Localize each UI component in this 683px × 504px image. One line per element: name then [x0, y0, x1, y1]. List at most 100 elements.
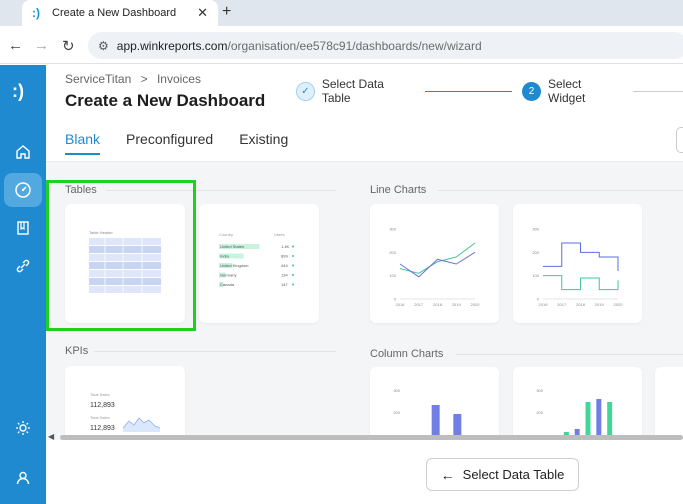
breadcrumb-separator: > [140, 72, 148, 86]
tab-existing[interactable]: Existing [239, 131, 288, 155]
toolbar-button-partial[interactable] [676, 127, 683, 153]
reload-icon[interactable]: ↻ [62, 37, 75, 55]
section-title-line-charts: Line Charts [370, 184, 427, 196]
country-table-preview: Country Users United States 1.4K India 899 Uni… [219, 232, 294, 287]
step-connector [633, 90, 683, 92]
widget-card-partial[interactable] [655, 367, 683, 440]
step-label: Select Data Table [321, 77, 384, 105]
x-tick-label: 2020 [471, 302, 481, 307]
widget-card-line-chart[interactable]: 300 200 100 0 2016 2017 2018 2019 2020 [370, 204, 499, 323]
grouped-column-chart-preview: 300 200 [536, 388, 613, 440]
section-divider [438, 190, 683, 191]
selection-highlight [46, 180, 196, 331]
breadcrumb: ServiceTitan > Invoices [65, 72, 201, 86]
series-line [399, 242, 476, 274]
trend-dot [292, 264, 294, 267]
link-icon[interactable] [4, 249, 42, 283]
series-line [543, 275, 619, 291]
y-tick-label: 300 [389, 227, 396, 232]
y-tick-label: 200 [536, 410, 543, 415]
country-value: 444 [281, 263, 288, 268]
y-tick-label: 300 [532, 227, 539, 232]
series-line [543, 242, 619, 271]
x-tick-label: 2018 [576, 302, 586, 307]
y-tick-label: 100 [389, 273, 396, 278]
y-tick-label: 100 [532, 273, 539, 278]
svg-text:Total Sales: Total Sales [90, 415, 110, 420]
y-tick-label: 300 [536, 388, 543, 393]
widget-card-country-table[interactable]: Country Users United States 1.4K India 899 Uni… [199, 204, 319, 323]
trend-dot [292, 255, 294, 257]
country-name: United States [220, 244, 244, 249]
x-tick-label: 2019 [595, 302, 605, 307]
winkreports-logo-icon[interactable]: :) [12, 81, 24, 102]
step-connector [424, 90, 513, 92]
country-name: Canada [220, 282, 235, 287]
series-line [399, 251, 476, 278]
widget-card-column-chart[interactable]: 300 200 [370, 367, 499, 440]
x-tick-label: 2020 [614, 302, 624, 307]
column-chart-preview: 300 200 [393, 388, 462, 440]
country-value: 899 [281, 254, 288, 259]
step-done-check-icon: ✓ [296, 81, 315, 101]
country-name: Germany [220, 273, 236, 278]
country-value: 1.4K [281, 244, 290, 249]
step-label: Select Widget [548, 77, 586, 105]
step-line-chart-preview: 300 200 100 02016 2017 2018 2019 2020 [532, 227, 624, 308]
svg-text:112,893: 112,893 [90, 425, 115, 432]
browser-tab[interactable]: :) Create a New Dashboard ✕ [22, 0, 218, 26]
browser-toolbar: ← → ↻ ⚙ app.winkreports.com /organisatio… [0, 26, 683, 64]
tab-preconfigured[interactable]: Preconfigured [126, 131, 213, 155]
section-title-kpis: KPIs [65, 345, 89, 357]
browser-tab-title: Create a New Dashboard [52, 7, 177, 19]
widget-card-grouped-column-chart[interactable]: 300 200 [513, 367, 642, 440]
breadcrumb-item[interactable]: ServiceTitan [65, 72, 131, 86]
address-bar[interactable]: ⚙ app.winkreports.com /organisation/ee57… [88, 32, 683, 59]
arrow-left-icon: ← [440, 466, 455, 483]
country-col-header: Country [219, 232, 233, 237]
book-icon[interactable] [4, 211, 42, 245]
x-tick-label: 2018 [433, 302, 443, 307]
trend-dot [292, 274, 294, 276]
breadcrumb-item[interactable]: Invoices [157, 72, 201, 86]
widget-card-step-line-chart[interactable]: 300 200 100 0 2016 2017 2018 2019 2020 [513, 204, 642, 323]
x-tick-label: 2017 [414, 302, 424, 307]
dashboard-gauge-icon[interactable] [4, 173, 42, 207]
section-divider [456, 354, 683, 355]
new-tab-button[interactable]: + [222, 3, 231, 21]
forward-arrow-icon[interactable]: → [34, 37, 49, 54]
section-divider [94, 351, 336, 352]
x-tick-label: 2016 [539, 302, 549, 307]
scroll-left-arrow-icon[interactable]: ◀ [48, 432, 54, 440]
main-content: ServiceTitan > Invoices Create a New Das… [46, 65, 683, 504]
user-profile-icon[interactable] [4, 461, 42, 495]
page-title: Create a New Dashboard [65, 91, 266, 110]
trend-dot [292, 283, 294, 286]
wizard-footer: ← Select Data Table [46, 440, 683, 504]
x-tick-label: 2016 [396, 302, 406, 307]
close-tab-icon[interactable]: ✕ [197, 5, 208, 21]
widget-card-kpi[interactable]: Total Sales 112,893 Total Sales 112,893 [65, 366, 185, 440]
site-settings-icon[interactable]: ⚙ [98, 39, 109, 53]
y-tick-label: 200 [532, 250, 539, 255]
tab-blank[interactable]: Blank [65, 131, 101, 155]
settings-sun-icon[interactable] [4, 411, 42, 445]
trend-dot [292, 245, 294, 248]
url-host: app.winkreports.com [116, 38, 228, 53]
svg-text:112,893: 112,893 [90, 402, 115, 409]
winkreports-favicon-icon: :) [32, 6, 40, 20]
y-tick-label: 200 [389, 250, 396, 255]
y-tick-label: 300 [393, 388, 400, 393]
home-icon[interactable] [4, 135, 42, 169]
x-tick-label: 2019 [452, 302, 462, 307]
widget-gallery: Tables Table Header Country Users United S… [46, 162, 683, 440]
browser-tab-strip: :) Create a New Dashboard ✕ + [0, 0, 683, 26]
users-col-header: Users [274, 232, 284, 237]
horizontal-scrollbar[interactable]: ◀ [48, 432, 683, 440]
country-value: 134 [281, 273, 288, 278]
url-path: /organisation/ee578c91/dashboards/new/wi… [227, 38, 482, 53]
back-to-select-data-table-button[interactable]: ← Select Data Table [426, 458, 579, 491]
back-arrow-icon[interactable]: ← [8, 37, 23, 54]
back-button-label: Select Data Table [462, 467, 565, 482]
step-number: 2 [522, 81, 541, 101]
